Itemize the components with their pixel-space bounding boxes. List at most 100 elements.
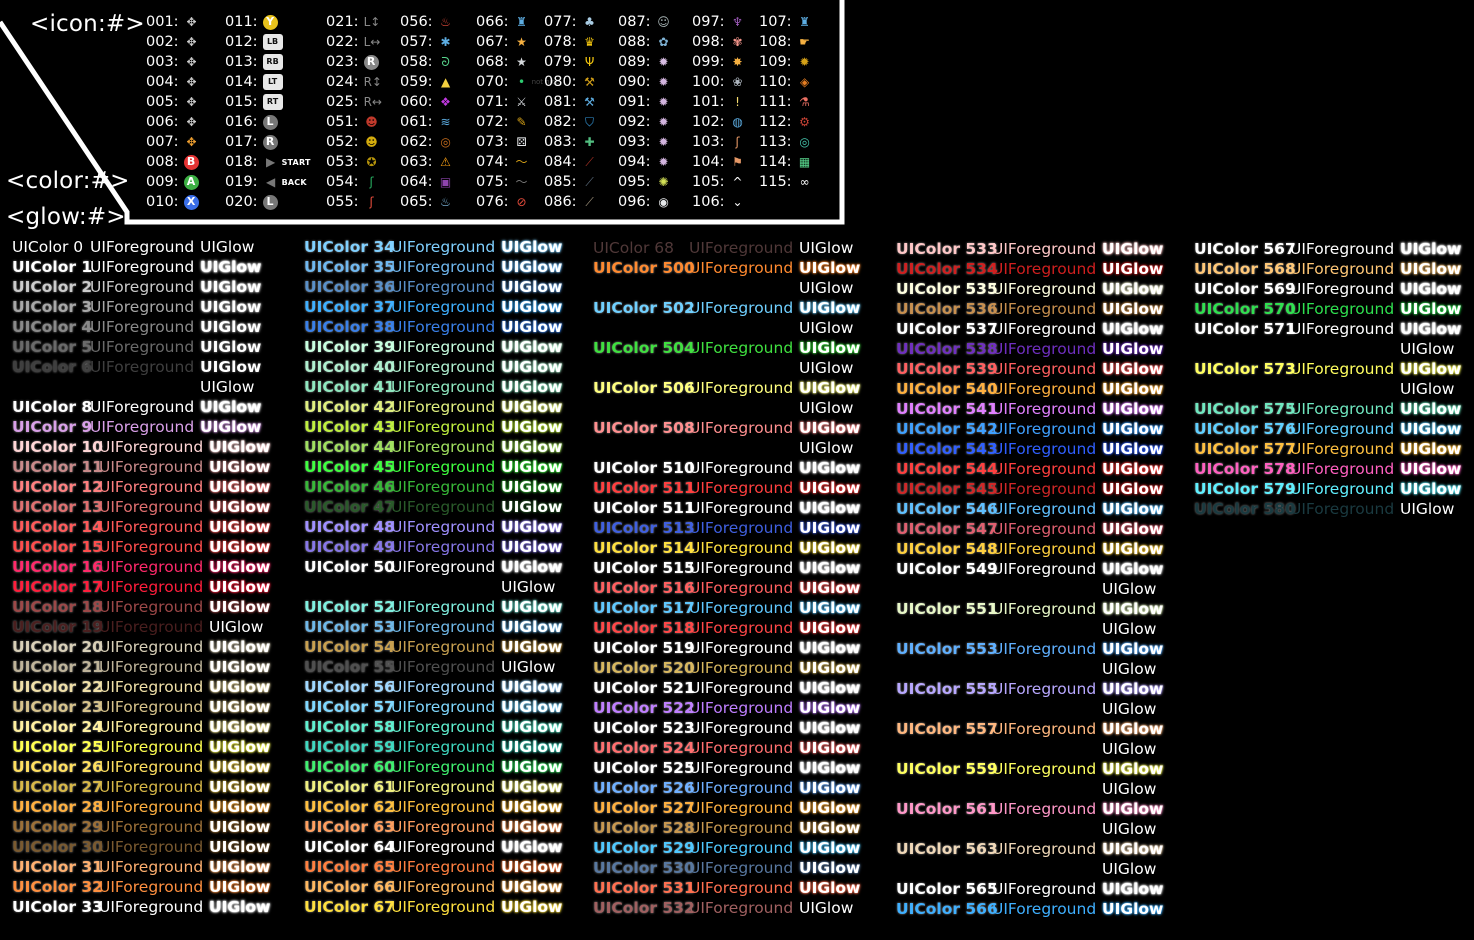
foreground-sample: UIForeground <box>99 778 204 796</box>
color-name: UIColor 32 <box>12 878 103 896</box>
color-row: UIColor 67 UIForeground UIGlow <box>304 897 584 917</box>
color-row: UIColor 528 UIForeground UIGlow <box>593 818 873 838</box>
color-name: UIColor 533 <box>896 240 998 258</box>
glow-sample: UIGlow <box>1400 480 1462 498</box>
glow-sample: UIGlow <box>799 479 861 497</box>
color-name: UIColor 559 <box>896 760 998 778</box>
foreground-sample: UIForeground <box>391 538 496 556</box>
color-name: UIColor 544 <box>896 460 998 478</box>
glow-sample: UIGlow <box>200 278 262 296</box>
foreground-sample: UIForeground <box>99 558 204 576</box>
foreground-sample: UIForeground <box>992 840 1097 858</box>
color-row: UIColor 54 UIForeground UIGlow <box>304 637 584 657</box>
color-row: UIGlow <box>1194 339 1474 359</box>
glow-sample: UIGlow <box>1102 520 1164 538</box>
color-row: UIColor 527 UIForeground UIGlow <box>593 798 873 818</box>
color-name: UIColor 6 <box>12 358 93 376</box>
glow-sample: UIGlow <box>501 338 563 356</box>
color-name: UIColor 41 <box>304 378 395 396</box>
color-name: UIColor 37 <box>304 298 395 316</box>
foreground-sample: UIForeground <box>391 758 496 776</box>
color-row: UIColor 14 UIForeground UIGlow <box>12 517 292 537</box>
glow-sample: UIGlow <box>799 899 854 917</box>
foreground-sample: UIForeground <box>99 658 204 676</box>
glow-sample: UIGlow <box>1400 360 1462 378</box>
color-name: UIColor 53 <box>304 618 395 636</box>
glow-sample: UIGlow <box>501 518 563 536</box>
color-row: UIColor 532 UIForeground UIGlow <box>593 898 873 918</box>
color-row: UIColor 31 UIForeground UIGlow <box>12 857 292 877</box>
glow-sample: UIGlow <box>1400 300 1462 318</box>
color-name: UIColor 525 <box>593 759 695 777</box>
color-name: UIColor 546 <box>896 500 998 518</box>
color-name: UIColor 17 <box>12 578 103 596</box>
foreground-sample: UIForeground <box>391 338 496 356</box>
glow-sample: UIGlow <box>501 858 563 876</box>
foreground-sample: UIForeground <box>391 478 496 496</box>
color-row: UIGlow <box>593 358 873 378</box>
color-name: UIColor 521 <box>593 679 695 697</box>
glow-sample: UIGlow <box>209 458 271 476</box>
foreground-sample: UIForeground <box>391 838 496 856</box>
glow-sample: UIGlow <box>209 758 271 776</box>
glow-sample: UIGlow <box>501 698 563 716</box>
color-name: UIColor 508 <box>593 419 695 437</box>
color-name: UIColor 59 <box>304 738 395 756</box>
foreground-sample: UIForeground <box>99 598 204 616</box>
color-name: UIColor 67 <box>304 898 395 916</box>
color-name: UIColor 515 <box>593 559 695 577</box>
glow-sample: UIGlow <box>501 778 563 796</box>
foreground-sample: UIForeground <box>90 398 195 416</box>
color-row: UIColor 25 UIForeground UIGlow <box>12 737 292 757</box>
foreground-sample: UIForeground <box>992 880 1097 898</box>
glow-sample: UIGlow <box>799 439 854 457</box>
glow-sample: UIGlow <box>501 238 563 256</box>
color-name: UIColor 570 <box>1194 300 1296 318</box>
color-name: UIColor 23 <box>12 698 103 716</box>
color-row: UIColor 36 UIForeground UIGlow <box>304 277 584 297</box>
color-name: UIColor 573 <box>1194 360 1296 378</box>
foreground-sample: UIForeground <box>99 698 204 716</box>
foreground-sample: UIForeground <box>391 738 496 756</box>
foreground-sample: UIForeground <box>391 898 496 916</box>
foreground-sample: UIForeground <box>99 438 204 456</box>
color-row: UIColor 570 UIForeground UIGlow <box>1194 299 1474 319</box>
foreground-sample: UIForeground <box>99 738 204 756</box>
color-row: UIColor 522 UIForeground UIGlow <box>593 698 873 718</box>
foreground-sample: UIForeground <box>1290 300 1395 318</box>
glow-sample: UIGlow <box>501 458 563 476</box>
foreground-sample: UIForeground <box>689 739 794 757</box>
glow-sample: UIGlow <box>799 779 861 797</box>
color-name: UIColor 31 <box>12 858 103 876</box>
foreground-sample: UIForeground <box>99 538 204 556</box>
glow-sample: UIGlow <box>1400 380 1455 398</box>
foreground-sample: UIForeground <box>99 818 204 836</box>
color-name: UIColor 9 <box>12 418 93 436</box>
foreground-sample: UIForeground <box>1290 420 1395 438</box>
glow-sample: UIGlow <box>799 499 861 517</box>
foreground-sample: UIForeground <box>689 479 794 497</box>
color-row: UIColor 573 UIForeground UIGlow <box>1194 359 1474 379</box>
color-row: UIColor 26 UIForeground UIGlow <box>12 757 292 777</box>
glow-sample: UIGlow <box>1400 500 1455 518</box>
color-row: UIGlow <box>896 699 1176 719</box>
foreground-sample: UIForeground <box>689 379 794 397</box>
color-row: UIColor 569 UIForeground UIGlow <box>1194 279 1474 299</box>
color-name: UIColor 26 <box>12 758 103 776</box>
color-name: UIColor 551 <box>896 600 998 618</box>
color-name: UIColor 579 <box>1194 480 1296 498</box>
color-row: UIColor 575 UIForeground UIGlow <box>1194 399 1474 419</box>
color-row: UIColor 516 UIForeground UIGlow <box>593 578 873 598</box>
foreground-sample: UIForeground <box>391 678 496 696</box>
foreground-sample: UIForeground <box>992 680 1097 698</box>
glow-sample: UIGlow <box>799 239 854 257</box>
color-name: UIColor 553 <box>896 640 998 658</box>
glow-sample: UIGlow <box>799 739 861 757</box>
color-name: UIColor 532 <box>593 899 695 917</box>
foreground-sample: UIForeground <box>689 539 794 557</box>
color-name: UIColor 27 <box>12 778 103 796</box>
color-row: UIColor 15 UIForeground UIGlow <box>12 537 292 557</box>
color-row: UIColor 561 UIForeground UIGlow <box>896 799 1176 819</box>
foreground-sample: UIForeground <box>90 358 195 376</box>
color-name: UIColor 576 <box>1194 420 1296 438</box>
